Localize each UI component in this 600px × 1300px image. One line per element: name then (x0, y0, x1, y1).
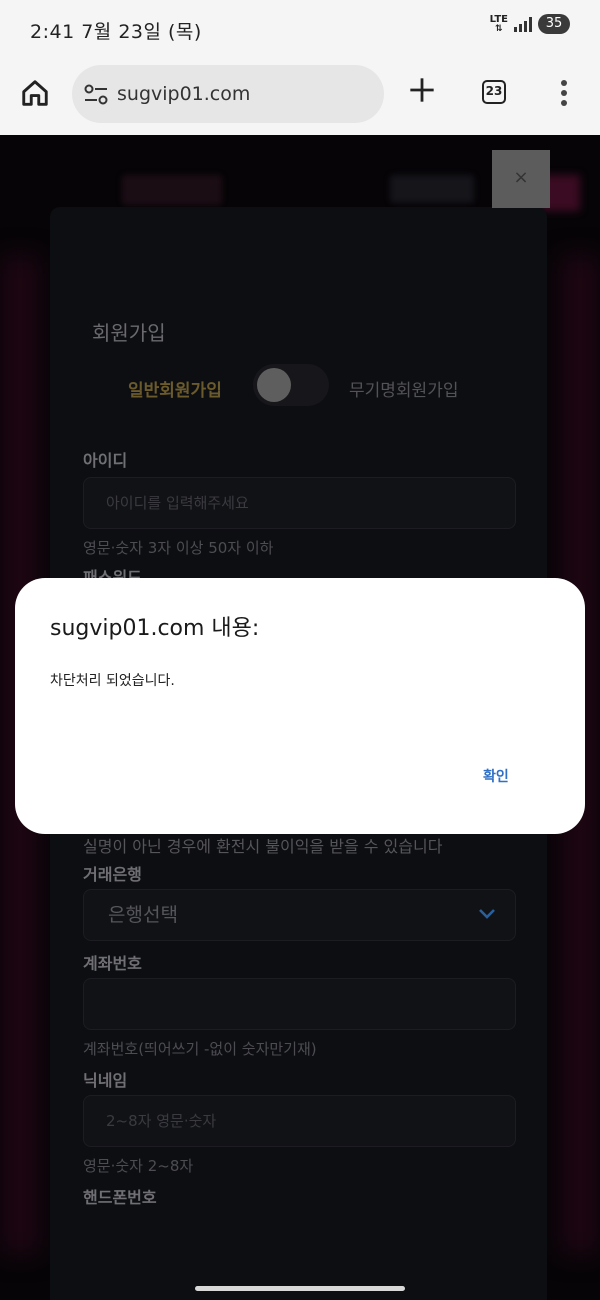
close-icon: × (513, 167, 529, 188)
site-logo (122, 175, 222, 205)
bank-select[interactable]: 은행선택 (83, 889, 516, 941)
toggle-knob (257, 368, 291, 402)
home-icon (22, 80, 48, 106)
tab-switcher-button[interactable]: 23 (482, 80, 506, 104)
lte-indicator: LTE ⇅ (490, 15, 508, 34)
ok-button[interactable]: 확인 (483, 766, 509, 786)
address-bar[interactable]: sugvip01.com (72, 65, 384, 123)
close-button[interactable]: × (492, 150, 550, 208)
header-button[interactable] (390, 175, 474, 203)
id-label: 아이디 (83, 451, 128, 470)
dialog-title: sugvip01.com 내용: (50, 616, 260, 641)
status-icons: LTE ⇅ 35 (490, 14, 570, 34)
nickname-input[interactable]: 2~8자 영문·숫자 (83, 1095, 516, 1147)
battery-level: 35 (545, 16, 563, 31)
bank-select-value: 은행선택 (108, 904, 178, 926)
tab-normal-signup[interactable]: 일반회원가입 (128, 376, 222, 401)
new-tab-button[interactable] (408, 76, 436, 104)
signup-type-toggle[interactable] (253, 364, 329, 406)
browser-toolbar: sugvip01.com 23 (0, 60, 600, 136)
chevron-down-icon (479, 909, 495, 919)
dialog-message: 차단처리 되었습니다. (50, 673, 175, 689)
more-menu-icon[interactable] (560, 80, 568, 106)
status-time: 2:41 7월 23일 (목) (30, 21, 202, 43)
account-label: 계좌번호 (83, 954, 142, 973)
phone-label: 핸드폰번호 (83, 1188, 157, 1207)
id-help-text: 영문·숫자 3자 이상 50자 이하 (83, 539, 274, 557)
realname-notice: 실명이 아닌 경우에 환전시 불이익을 받을 수 있습니다 (83, 837, 443, 856)
alert-dialog: sugvip01.com 내용: 차단처리 되었습니다. 확인 (15, 578, 585, 834)
id-input[interactable]: 아이디를 입력해주세요 (83, 477, 516, 529)
nickname-label: 닉네임 (83, 1071, 128, 1090)
nickname-help-text: 영문·숫자 2~8자 (83, 1157, 194, 1175)
bank-label: 거래은행 (83, 865, 142, 884)
plus-icon (410, 78, 434, 102)
home-button[interactable] (20, 78, 50, 108)
account-input[interactable] (83, 978, 516, 1030)
site-settings-icon[interactable] (84, 84, 108, 106)
form-title: 회원가입 (92, 321, 166, 345)
data-arrows-icon: ⇅ (495, 24, 503, 34)
gesture-nav-handle[interactable] (195, 1286, 405, 1291)
signal-icon (514, 16, 532, 32)
battery-icon: 35 (538, 14, 570, 34)
account-help-text: 계좌번호(띄어쓰기 -없이 숫자만기재) (83, 1040, 317, 1058)
status-bar: 2:41 7월 23일 (목) LTE ⇅ 35 (0, 0, 600, 60)
tab-anonymous-signup[interactable]: 무기명회원가입 (349, 376, 458, 401)
url-text[interactable]: sugvip01.com (117, 83, 250, 105)
